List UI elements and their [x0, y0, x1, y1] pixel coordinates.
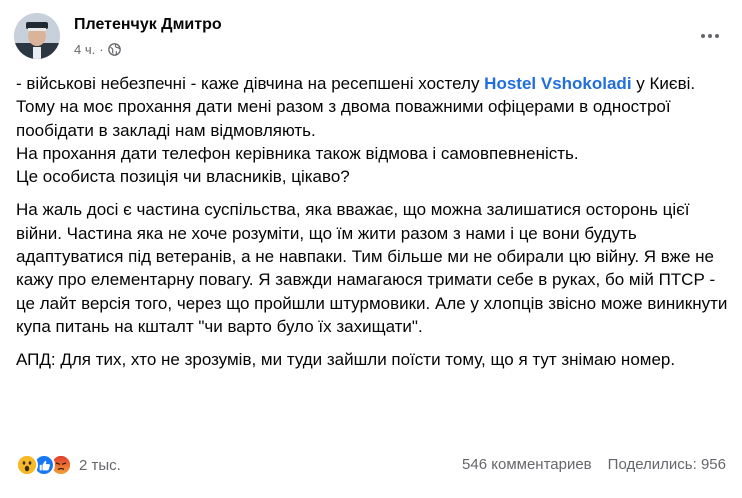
post-paragraph-1: - військові небезпечні - каже дівчина на… — [16, 72, 728, 188]
hostel-link[interactable]: Hostel Vshokoladi — [484, 74, 631, 93]
post-paragraph-3: АПД: Для тих, хто не зрозумів, ми туди з… — [16, 350, 676, 370]
post-time[interactable]: 4 ч. — [74, 42, 95, 57]
author-avatar[interactable] — [14, 13, 60, 59]
meta-separator: · — [99, 42, 104, 57]
reaction-count[interactable]: 2 тыс. — [79, 457, 121, 474]
shares-count[interactable]: Поделились: 956 — [608, 456, 726, 473]
post-paragraph-2: На жаль досі є частина суспільства, яка … — [16, 200, 733, 336]
paragraph-1-start: - військові небезпечні - каже дівчина на… — [16, 74, 485, 93]
engagement-counts: 546 комментариев Поделились: 956 — [462, 456, 726, 473]
post-header: Плетенчук Дмитро 4 ч. · — [14, 12, 728, 60]
post-card: Плетенчук Дмитро 4 ч. · - військові небе… — [0, 0, 742, 498]
post-footer: 2 тыс. 546 комментариев Поделились: 956 — [16, 454, 726, 480]
wow-reaction-icon — [16, 454, 38, 476]
globe-icon[interactable] — [107, 43, 121, 56]
comments-count[interactable]: 546 комментариев — [462, 456, 592, 473]
avatar-photo-icon — [14, 13, 60, 59]
post-meta: 4 ч. · — [74, 42, 121, 57]
post-body: - військові небезпечні - каже дівчина на… — [16, 72, 728, 382]
author-name[interactable]: Плетенчук Дмитро — [74, 16, 222, 34]
reactions-summary[interactable]: 2 тыс. — [16, 454, 121, 476]
more-options-icon[interactable] — [692, 22, 728, 50]
